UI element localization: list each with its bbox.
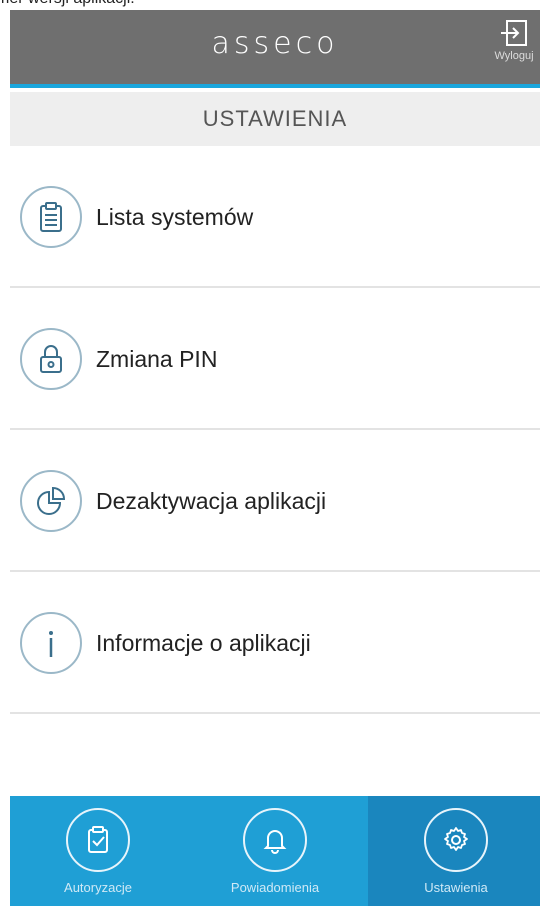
pie-chart-icon — [20, 470, 82, 532]
asseco-logo: asseco — [211, 26, 339, 61]
menu-item-label: Dezaktywacja aplikacji — [96, 488, 327, 514]
gear-icon — [424, 808, 488, 872]
logout-label: Wyloguj — [494, 50, 534, 62]
logout-button[interactable]: Wyloguj — [488, 18, 540, 78]
menu-item-zmiana-pin[interactable]: Zmiana PIN — [10, 288, 540, 430]
tab-autoryzacje[interactable]: Autoryzacje — [10, 796, 186, 906]
info-icon — [20, 612, 82, 674]
caption-text: mer wersji aplikacji. — [0, 0, 135, 8]
settings-menu: Lista systemów Zmiana PIN Dezaktywacja a… — [10, 146, 540, 714]
app-header: asseco Wyloguj — [10, 10, 540, 88]
logout-icon — [501, 20, 527, 46]
menu-item-label: Zmiana PIN — [96, 346, 218, 372]
tab-powiadomienia[interactable]: Powiadomienia — [187, 796, 363, 906]
menu-item-informacje[interactable]: Informacje o aplikacji — [10, 572, 540, 714]
clipboard-check-icon — [66, 808, 130, 872]
menu-item-dezaktywacja[interactable]: Dezaktywacja aplikacji — [10, 430, 540, 572]
bell-icon — [243, 808, 307, 872]
menu-item-label: Lista systemów — [96, 204, 254, 230]
bottom-navigation: Autoryzacje Powiadomienia Ustawienia — [10, 796, 540, 906]
page-title: USTAWIENIA — [10, 92, 540, 146]
clipboard-icon — [20, 186, 82, 248]
tab-label: Ustawienia — [424, 880, 488, 895]
tab-ustawienia[interactable]: Ustawienia — [368, 796, 540, 906]
menu-item-label: Informacje o aplikacji — [96, 630, 311, 656]
tab-label: Powiadomienia — [230, 880, 320, 895]
caption-fragment: mer wersji aplikacji. — [0, 0, 540, 10]
header-accent-line — [10, 84, 540, 88]
lock-icon — [20, 328, 82, 390]
menu-item-lista-systemow[interactable]: Lista systemów — [10, 146, 540, 288]
tab-label: Autoryzacje — [64, 880, 132, 895]
